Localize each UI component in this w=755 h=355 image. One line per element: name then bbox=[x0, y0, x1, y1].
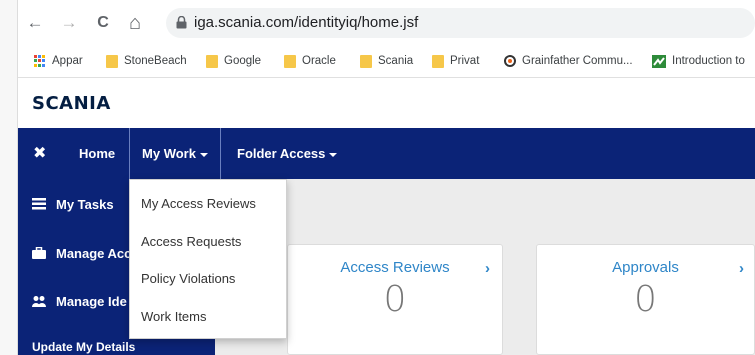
home-icon[interactable]: ⌂ bbox=[124, 12, 146, 34]
window-edge bbox=[0, 0, 18, 355]
my-work-dropdown: My Access Reviews Access Requests Policy… bbox=[129, 179, 287, 339]
bookmark-label: Privat bbox=[450, 55, 480, 67]
forward-arrow-icon[interactable]: → bbox=[58, 12, 80, 34]
folder-icon bbox=[206, 54, 218, 68]
menu-item-policy-violations[interactable]: Policy Violations bbox=[141, 271, 235, 286]
bookmark-grainfather[interactable]: Grainfather Commu... bbox=[504, 53, 633, 69]
scania-logo[interactable]: SCANIA bbox=[32, 93, 111, 114]
nav-folder-access[interactable]: Folder Access bbox=[237, 128, 338, 179]
lock-icon bbox=[176, 16, 187, 29]
bookmark-label: Grainfather Commu... bbox=[522, 55, 633, 67]
access-reviews-card[interactable]: Access Reviews › 0 bbox=[287, 244, 503, 355]
bookmark-label: Scania bbox=[378, 55, 414, 67]
brand-header: SCANIA bbox=[18, 78, 755, 128]
apps-grid-icon bbox=[34, 55, 46, 67]
bookmark-google[interactable]: Google bbox=[206, 53, 261, 69]
approvals-card[interactable]: Approvals › 0 bbox=[536, 244, 755, 355]
nav-my-work-label: My Work bbox=[142, 146, 196, 161]
bookmark-label: Introduction to bbox=[672, 55, 745, 67]
main-navigation: ✖ Home My Work Folder Access bbox=[18, 128, 755, 179]
grainfather-favicon bbox=[504, 55, 516, 67]
bookmark-appar[interactable]: Appar bbox=[34, 53, 83, 69]
bookmark-scania[interactable]: Scania bbox=[360, 53, 413, 69]
card-title[interactable]: Access Reviews bbox=[288, 259, 502, 276]
bookmark-stonebeach[interactable]: StoneBeach bbox=[106, 53, 187, 69]
address-bar[interactable]: iga.scania.com/identityiq/home.jsf bbox=[166, 8, 755, 38]
folder-icon bbox=[360, 54, 372, 68]
folder-icon bbox=[432, 54, 444, 68]
sidebar-item-label: Manage Ide bbox=[56, 293, 127, 309]
close-icon[interactable]: ✖ bbox=[33, 128, 46, 179]
bookmark-introduction[interactable]: Introduction to bbox=[652, 53, 745, 69]
reload-icon[interactable]: C bbox=[92, 12, 114, 34]
menu-item-work-items[interactable]: Work Items bbox=[141, 309, 207, 324]
card-count: 0 bbox=[383, 279, 407, 320]
bookmark-label: Oracle bbox=[302, 55, 336, 67]
caret-down-icon bbox=[329, 152, 338, 157]
main-content: Access Reviews › 0 Approvals › 0 bbox=[215, 179, 755, 355]
bookmark-label: StoneBeach bbox=[124, 55, 187, 67]
bookmark-label: Appar bbox=[52, 55, 83, 67]
back-arrow-icon[interactable]: ← bbox=[24, 12, 46, 34]
nav-my-work[interactable]: My Work bbox=[129, 128, 221, 179]
chevron-right-icon[interactable]: › bbox=[739, 260, 744, 277]
nav-home[interactable]: Home bbox=[79, 128, 115, 179]
users-icon bbox=[32, 296, 46, 307]
chevron-right-icon[interactable]: › bbox=[485, 260, 490, 277]
sidebar-item-label: Manage Acc bbox=[56, 245, 132, 261]
folder-icon bbox=[284, 54, 296, 68]
sidebar-item-label: My Tasks bbox=[56, 196, 114, 212]
card-count: 0 bbox=[634, 279, 657, 320]
bookmark-privat[interactable]: Privat bbox=[432, 53, 479, 69]
folder-icon bbox=[106, 54, 118, 68]
nav-folder-access-label: Folder Access bbox=[237, 146, 326, 161]
tasks-icon bbox=[32, 198, 46, 210]
menu-item-access-requests[interactable]: Access Requests bbox=[141, 234, 241, 249]
browser-toolbar: ← → C ⌂ iga.scania.com/identityiq/home.j… bbox=[18, 0, 755, 44]
green-favicon bbox=[652, 54, 666, 68]
bookmarks-bar: Appar StoneBeach Google Oracle Scania Pr… bbox=[18, 44, 755, 78]
briefcase-icon bbox=[32, 247, 46, 259]
url-text: iga.scania.com/identityiq/home.jsf bbox=[194, 14, 419, 31]
sidebar-item-label: Update My Details bbox=[32, 340, 136, 354]
bookmark-oracle[interactable]: Oracle bbox=[284, 53, 336, 69]
menu-item-my-access-reviews[interactable]: My Access Reviews bbox=[141, 196, 256, 211]
card-title[interactable]: Approvals bbox=[537, 259, 754, 276]
bookmark-label: Google bbox=[224, 55, 262, 67]
caret-down-icon bbox=[199, 152, 208, 157]
